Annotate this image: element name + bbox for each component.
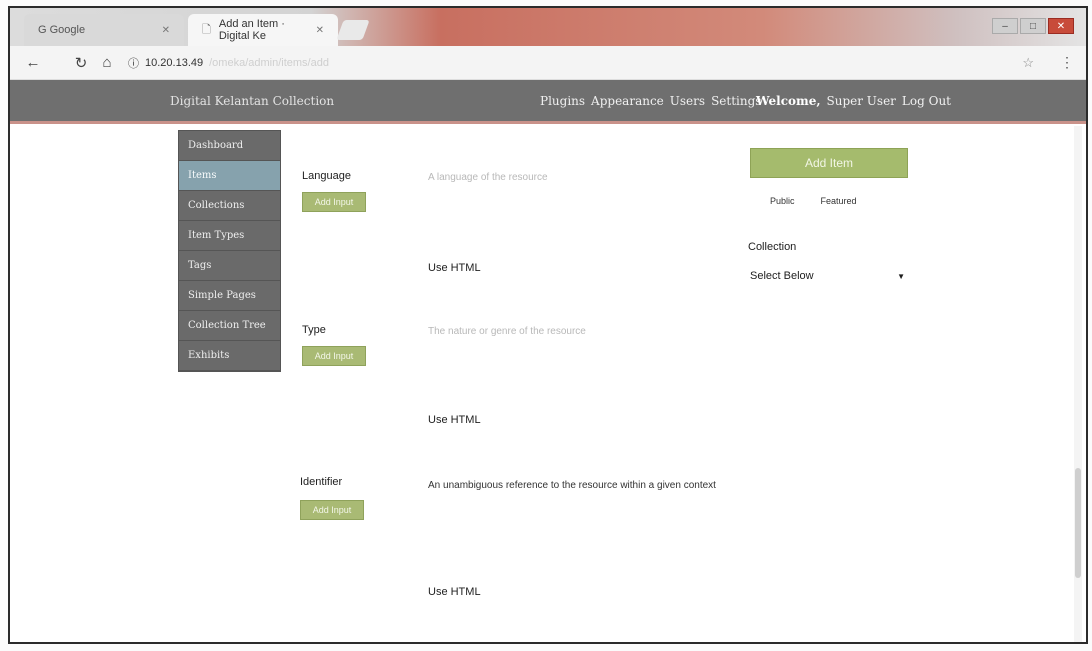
scrollbar-thumb[interactable]: [1075, 468, 1081, 578]
address-bar[interactable]: ⓘ 10.20.13.49 /omeka/admin/items/add: [128, 55, 329, 71]
collection-select-value: Select Below: [750, 270, 814, 282]
tab-add-item[interactable]: 🗋 Add an Item · Digital Ke ✕: [188, 14, 338, 46]
window-close-icon[interactable]: ✕: [1048, 18, 1074, 34]
nav-users[interactable]: Users: [670, 94, 705, 108]
field-label-language: Language: [302, 170, 351, 182]
admin-top-nav: Plugins Appearance Users Settings: [540, 94, 761, 108]
back-icon[interactable]: ←: [20, 54, 46, 71]
close-icon[interactable]: ✕: [162, 25, 170, 36]
close-icon[interactable]: ✕: [316, 25, 324, 36]
reload-icon[interactable]: ↻: [68, 54, 94, 72]
admin-sidebar: Dashboard Items Collections Item Types T…: [178, 130, 281, 372]
admin-header: Digital Kelantan Collection Plugins Appe…: [10, 80, 1086, 124]
use-html-identifier[interactable]: Use HTML: [428, 586, 481, 598]
maximize-icon[interactable]: □: [1020, 18, 1046, 34]
home-icon[interactable]: ⌂: [94, 54, 120, 71]
use-html-language[interactable]: Use HTML: [428, 262, 481, 274]
minimize-icon[interactable]: –: [992, 18, 1018, 34]
tab-google[interactable]: G Google ✕: [24, 14, 184, 46]
menu-kebab-icon[interactable]: ⋮: [1060, 54, 1074, 71]
site-title[interactable]: Digital Kelantan Collection: [170, 94, 334, 108]
use-html-type[interactable]: Use HTML: [428, 414, 481, 426]
add-item-button[interactable]: Add Item: [750, 148, 908, 178]
bookmark-star-icon[interactable]: ☆: [1022, 55, 1034, 71]
add-input-button-language[interactable]: Add Input: [302, 192, 366, 212]
sidebar-item-dashboard[interactable]: Dashboard: [179, 131, 280, 161]
url-host: 10.20.13.49: [145, 56, 204, 69]
info-icon[interactable]: ⓘ: [128, 55, 139, 71]
nav-settings[interactable]: Settings: [711, 94, 761, 108]
add-input-button-identifier[interactable]: Add Input: [300, 500, 364, 520]
sidebar-item-items[interactable]: Items: [179, 161, 280, 191]
browser-window: G Google ✕ 🗋 Add an Item · Digital Ke ✕ …: [8, 6, 1088, 644]
featured-checkbox[interactable]: Featured: [821, 196, 857, 206]
user-menu: Welcome, Super User Log Out: [756, 94, 951, 108]
collection-label: Collection: [748, 241, 797, 253]
document-icon: 🗋: [202, 23, 211, 36]
window-controls: – □ ✕: [992, 18, 1074, 34]
collection-select[interactable]: Select Below ▼: [750, 266, 905, 286]
url-path: /omeka/admin/items/add: [209, 56, 329, 69]
field-description-type: The nature or genre of the resource: [428, 326, 586, 337]
visibility-options: Public Featured: [770, 196, 857, 206]
sidebar-item-exhibits[interactable]: Exhibits: [179, 341, 280, 371]
welcome-text: Welcome,: [756, 94, 821, 108]
sidebar-item-simple-pages[interactable]: Simple Pages: [179, 281, 280, 311]
field-label-type: Type: [302, 324, 326, 336]
sidebar-item-item-types[interactable]: Item Types: [179, 221, 280, 251]
field-label-identifier: Identifier: [300, 476, 343, 488]
sidebar-item-collections[interactable]: Collections: [179, 191, 280, 221]
user-name[interactable]: Super User: [827, 94, 896, 108]
field-description-identifier: An unambiguous reference to the resource…: [428, 480, 716, 491]
tab-label: Add an Item · Digital Ke: [218, 18, 285, 42]
tab-strip: G Google ✕ 🗋 Add an Item · Digital Ke ✕ …: [10, 8, 1086, 46]
sidebar-item-collection-tree[interactable]: Collection Tree: [179, 311, 280, 341]
tab-label: G Google: [38, 24, 86, 36]
new-tab-button[interactable]: [336, 20, 370, 40]
public-checkbox[interactable]: Public: [770, 196, 795, 206]
add-input-button-type[interactable]: Add Input: [302, 346, 366, 366]
dropdown-caret-icon: ▼: [897, 271, 905, 281]
field-description-language: A language of the resource: [428, 172, 548, 183]
nav-appearance[interactable]: Appearance: [591, 94, 664, 108]
nav-plugins[interactable]: Plugins: [540, 94, 585, 108]
sidebar-item-tags[interactable]: Tags: [179, 251, 280, 281]
logout-link[interactable]: Log Out: [902, 94, 951, 108]
browser-toolbar: ← ↻ ⌂ ⓘ 10.20.13.49 /omeka/admin/items/a…: [10, 46, 1086, 80]
